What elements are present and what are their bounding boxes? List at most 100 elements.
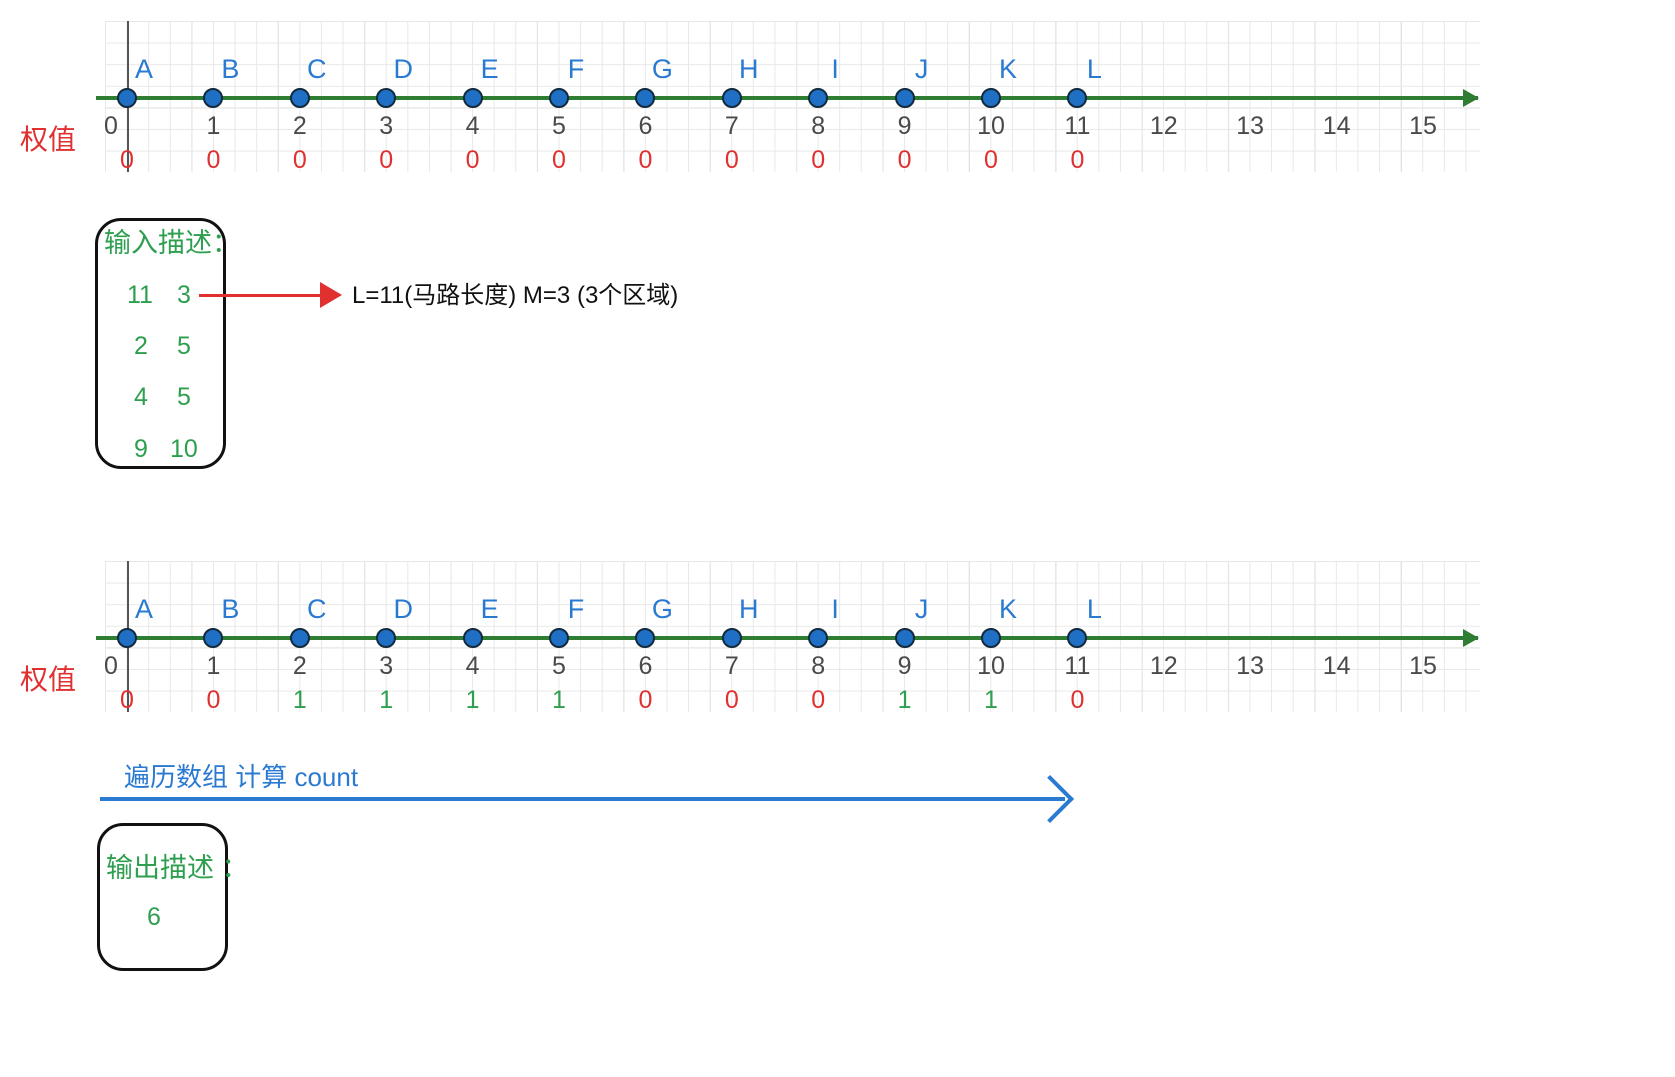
tick-label: 4 (465, 112, 480, 140)
tick-label: 14 (1322, 112, 1351, 140)
weight-value: 0 (1070, 146, 1085, 174)
input-row-left-value: 2 (134, 332, 148, 360)
axis-node-f (549, 88, 569, 108)
tick-label: 12 (1149, 112, 1178, 140)
diagram-canvas: ABCDEFGHIJKL 0 1 2 3 4 5 6 7 8 9 10 11 12 13 14 15 0000… (0, 0, 1675, 1077)
weight-value: 0 (984, 146, 998, 174)
node-label: L (1086, 54, 1102, 84)
axis-arrow-icon (1463, 629, 1479, 647)
tick-label: 4 (465, 652, 480, 680)
axis-node-h (721, 628, 742, 648)
tick-label: 2 (292, 112, 307, 140)
node-label: H (739, 54, 759, 84)
weight-value: 0 (465, 146, 480, 174)
input-row-right-value: 5 (177, 383, 191, 411)
node-label: B (221, 54, 240, 84)
axis-node-l (1067, 88, 1088, 108)
weight-value: 0 (724, 146, 739, 174)
tick-label: 5 (552, 652, 566, 680)
input-description-title: 输入描述： (104, 228, 239, 258)
tick-label: 10 (977, 652, 1005, 680)
axis-node-j (894, 628, 915, 648)
tick-label: 6 (638, 112, 653, 140)
tick-label: 11 (1064, 112, 1091, 140)
number-line-panel-weighted: ABCDEFGHIJKL 0 1 2 3 4 5 6 7 8 9 10 11 12 13 14 15 0011… (0, 540, 1675, 740)
tick-label: 3 (379, 652, 394, 680)
tick-label: 11 (1064, 652, 1091, 680)
axis-node-d (376, 88, 397, 108)
input-row-left-value: 9 (134, 435, 148, 463)
node-label: A (134, 54, 154, 84)
axis-node-k (981, 628, 1001, 648)
node-label: C (307, 594, 327, 624)
tick-label: 8 (811, 652, 826, 680)
tick-label: 15 (1409, 652, 1437, 680)
weight-value: 1 (552, 686, 566, 714)
weight-value: 0 (379, 146, 394, 174)
output-description-title: 输出描述 ： (106, 853, 249, 883)
tick-label: 14 (1322, 652, 1351, 680)
axis-node-f (549, 628, 569, 648)
node-label: I (831, 54, 839, 84)
input-row-left-value: 4 (134, 383, 148, 411)
axis-node-c (289, 88, 310, 108)
input-row-left-value: 11 (127, 281, 153, 309)
weight-value: 1 (465, 686, 480, 714)
tick-label: 5 (552, 112, 566, 140)
weight-value: 0 (897, 146, 912, 174)
node-label: G (651, 594, 673, 624)
node-label: E (480, 54, 499, 84)
weight-value: 0 (206, 686, 221, 714)
weight-row-caption-top: 权值 (20, 124, 77, 155)
axis-node-a (117, 88, 137, 108)
axis-node-h (721, 88, 742, 108)
axis-node-g (635, 88, 656, 108)
traverse-note-text: 遍历数组 计算 count (124, 762, 359, 792)
weight-value: 0 (724, 686, 739, 714)
weight-value: 0 (811, 146, 826, 174)
node-label: I (831, 594, 839, 624)
tick-label: 9 (897, 652, 912, 680)
axis-node-g (635, 628, 656, 648)
arrow-head-icon (320, 282, 342, 308)
weight-value: 1 (292, 686, 307, 714)
node-label: F (567, 594, 585, 624)
tick-label: 12 (1149, 652, 1178, 680)
node-label: B (221, 594, 240, 624)
output-value: 6 (147, 903, 161, 931)
tick-label: 13 (1236, 652, 1265, 680)
node-label: D (393, 54, 413, 84)
input-annotation-text: L=11(马路长度) M=3 (3个区域) (352, 282, 679, 309)
weight-value: 0 (292, 146, 307, 174)
tick-label: 15 (1409, 112, 1437, 140)
weight-row-caption-bottom: 权值 (20, 664, 77, 695)
tick-label: 2 (292, 652, 307, 680)
tick-label: 8 (811, 112, 826, 140)
tick-label: 7 (724, 112, 739, 140)
node-label: F (567, 54, 585, 84)
weight-value: 0 (206, 146, 221, 174)
tick-label: 13 (1236, 112, 1265, 140)
tick-label: 0 (104, 652, 118, 680)
node-label: C (307, 54, 327, 84)
node-label: G (651, 54, 673, 84)
node-label: H (739, 594, 759, 624)
axis-node-b (203, 88, 224, 108)
axis-node-e (462, 628, 483, 648)
tick-label: 1 (206, 112, 221, 140)
input-row-right-value: 5 (177, 332, 191, 360)
input-row-right-value: 10 (170, 435, 198, 463)
axis-node-a (117, 628, 137, 648)
weight-value: 0 (552, 146, 566, 174)
tick-label: 3 (379, 112, 394, 140)
tick-label: 10 (977, 112, 1005, 140)
node-label: A (134, 594, 154, 624)
arrow-head-icon (1025, 774, 1075, 824)
output-description-box (97, 823, 228, 971)
node-label: D (393, 594, 413, 624)
axis-node-l (1067, 628, 1088, 648)
node-label: K (998, 54, 1018, 84)
tick-label: 9 (897, 112, 912, 140)
node-label: J (914, 54, 929, 84)
weight-value: 0 (638, 686, 653, 714)
